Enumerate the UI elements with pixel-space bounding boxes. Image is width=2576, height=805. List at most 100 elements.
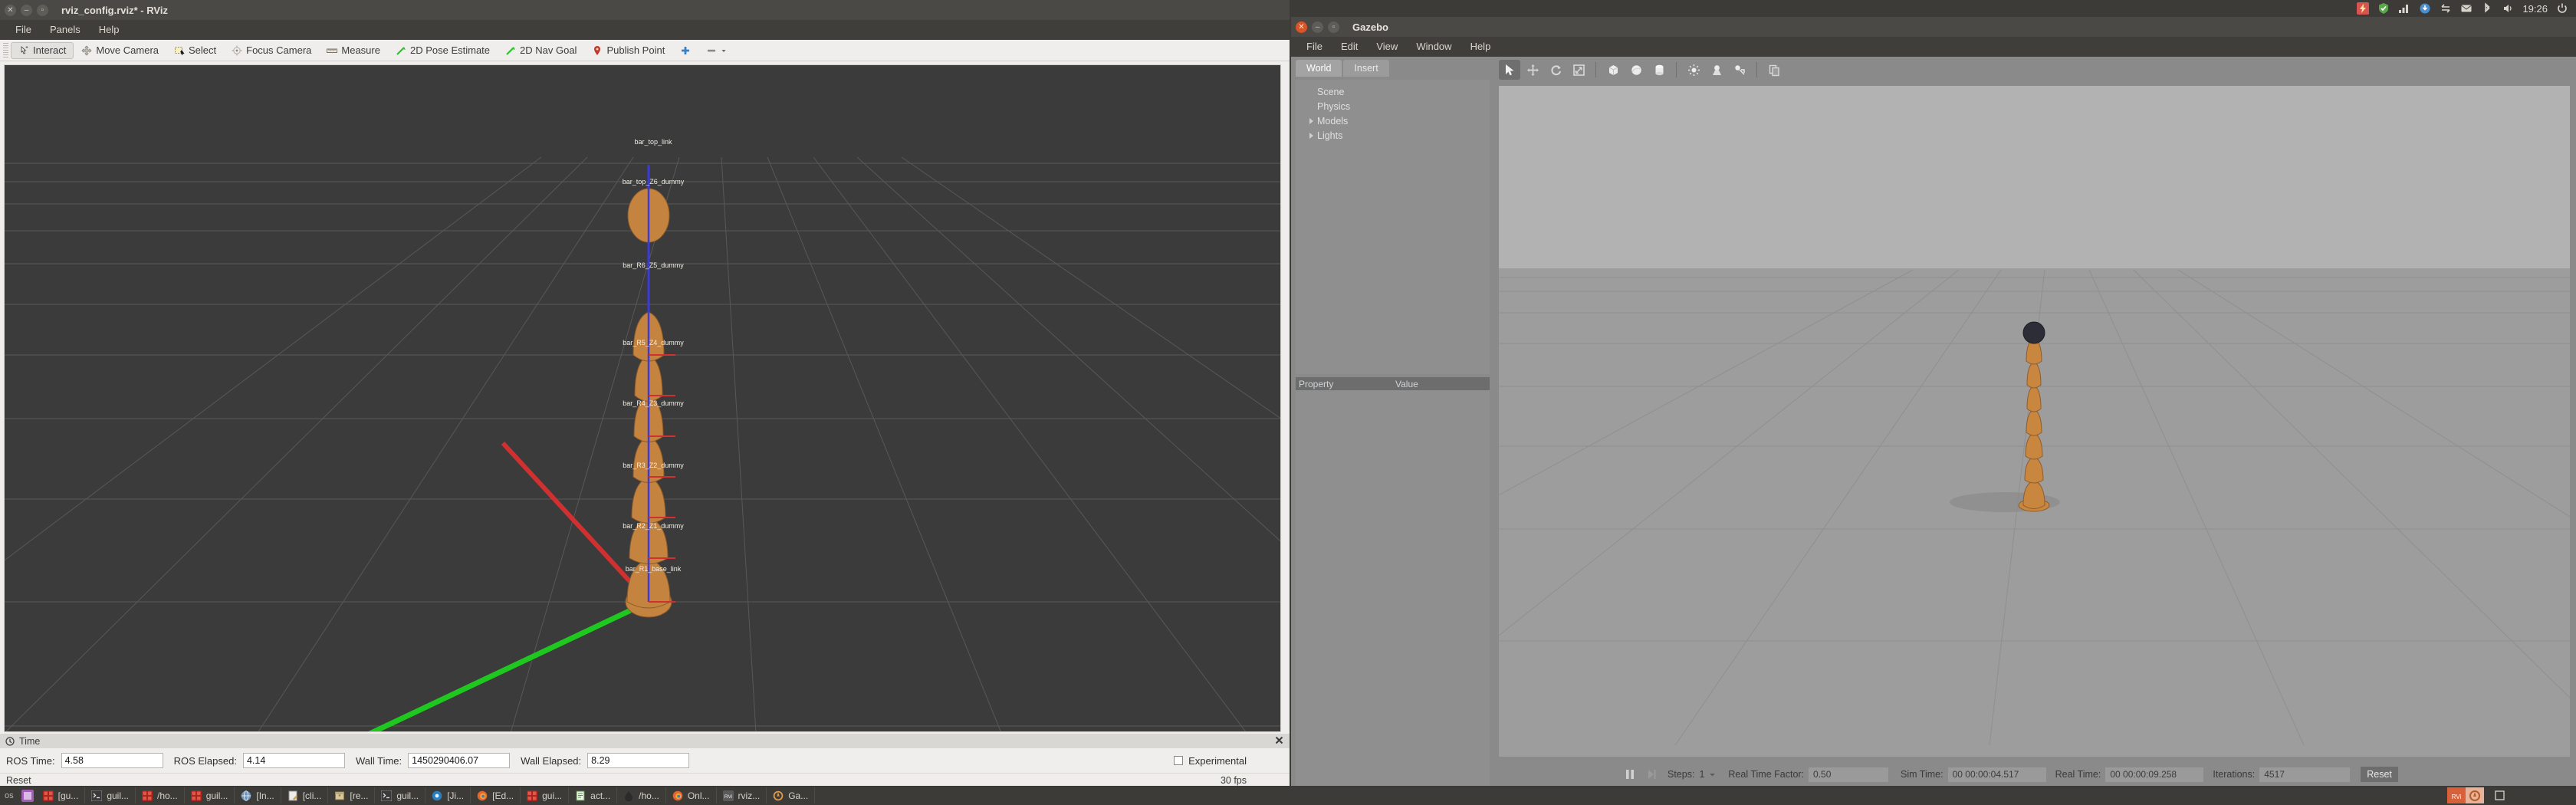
- rviz-titlebar[interactable]: ✕ – ▫ rviz_config.rviz* - RViz: [0, 0, 1290, 20]
- taskbar-item[interactable]: guil...: [375, 787, 426, 803]
- taskbar-item[interactable]: [cli...: [281, 787, 329, 803]
- step-icon[interactable]: [1646, 768, 1657, 780]
- tool-add[interactable]: [672, 42, 698, 59]
- switcher-rviz[interactable]: RVi: [2447, 787, 2466, 803]
- transfer-icon[interactable]: [2440, 2, 2452, 15]
- gz-menu-file[interactable]: File: [1297, 37, 1332, 57]
- show-desktop-button[interactable]: [2484, 790, 2515, 800]
- chevron-right-icon[interactable]: [1309, 117, 1313, 124]
- taskbar-item[interactable]: [Ed...: [471, 787, 521, 803]
- gazebo-titlebar[interactable]: ✕ – ▫ Gazebo: [1291, 17, 2576, 37]
- tool-remove[interactable]: [698, 42, 734, 59]
- tool-2d-pose-estimate[interactable]: 2D Pose Estimate: [388, 42, 498, 59]
- reset-button[interactable]: Reset: [6, 775, 31, 786]
- taskbar-item[interactable]: gui...: [521, 787, 570, 803]
- taskbar-item[interactable]: [In...: [235, 787, 281, 803]
- taskbar-item[interactable]: /ho...: [617, 787, 666, 803]
- time-panel-fields: ROS Time: 4.58 ROS Elapsed: 4.14 Wall Ti…: [0, 748, 1290, 773]
- tree-item-models[interactable]: Models: [1309, 113, 1490, 128]
- power-icon[interactable]: [2556, 2, 2568, 15]
- flash-icon[interactable]: [2357, 2, 2370, 15]
- svg-text:RVi: RVi: [724, 794, 731, 800]
- gazebo-3d-scene[interactable]: [1499, 86, 2570, 757]
- tab-insert[interactable]: Insert: [1343, 60, 1389, 77]
- close-icon[interactable]: ✕: [1296, 21, 1307, 33]
- gz-menu-window[interactable]: Window: [1407, 37, 1460, 57]
- taskbar-item[interactable]: [Ji...: [426, 787, 472, 803]
- gz-menu-view[interactable]: View: [1367, 37, 1407, 57]
- taskbar-item[interactable]: [re...: [328, 787, 376, 803]
- taskbar-item-label: /ho...: [639, 790, 659, 801]
- taskbar-item[interactable]: Onl...: [666, 787, 717, 803]
- cylinder-icon[interactable]: [1648, 60, 1670, 80]
- maximize-icon[interactable]: ▫: [1328, 21, 1339, 33]
- tool-2d-nav-goal[interactable]: 2D Nav Goal: [498, 42, 584, 59]
- svg-text:bar_R4_Z3_dummy: bar_R4_Z3_dummy: [623, 399, 684, 407]
- gazebo-reset-button[interactable]: Reset: [2361, 767, 2398, 782]
- workspace-switcher[interactable]: [18, 787, 37, 803]
- spot-light-icon[interactable]: [1706, 60, 1727, 80]
- menu-panels[interactable]: Panels: [41, 20, 90, 40]
- chevron-down-icon[interactable]: [721, 45, 727, 56]
- experimental-checkbox[interactable]: [1174, 756, 1184, 765]
- translate-icon[interactable]: [1522, 60, 1543, 80]
- close-panel-icon[interactable]: [1275, 736, 1283, 747]
- tree-item-lights[interactable]: Lights: [1309, 128, 1490, 143]
- taskbar-item[interactable]: RVi rviz...: [717, 787, 767, 803]
- taskbar-item[interactable]: /ho...: [136, 787, 185, 803]
- tool-interact[interactable]: Interact: [11, 41, 74, 59]
- jira-icon: [432, 790, 442, 801]
- pause-icon[interactable]: [1625, 768, 1635, 780]
- scale-icon[interactable]: [1568, 60, 1589, 80]
- ros-time-input[interactable]: 4.58: [61, 753, 163, 768]
- tree-item-physics[interactable]: Physics: [1309, 99, 1490, 113]
- tree-item-scene[interactable]: Scene: [1309, 84, 1490, 99]
- clock-label[interactable]: 19:26: [2522, 3, 2548, 15]
- tool-focus-camera[interactable]: Focus Camera: [224, 42, 319, 59]
- toolbar-drag-handle[interactable]: [3, 42, 8, 58]
- gazebo-property-body[interactable]: [1296, 390, 1490, 803]
- minimize-icon[interactable]: –: [1312, 21, 1323, 33]
- wall-time-input[interactable]: 1450290406.07: [408, 753, 511, 768]
- arrow-select-icon[interactable]: [1499, 60, 1520, 80]
- volume-icon[interactable]: [2502, 2, 2514, 15]
- shield-icon[interactable]: [2377, 2, 2390, 15]
- ros-elapsed-input[interactable]: 4.14: [242, 753, 345, 768]
- tool-measure[interactable]: Measure: [319, 42, 388, 59]
- tool-publish-point[interactable]: Publish Point: [584, 42, 672, 59]
- minimize-icon[interactable]: –: [21, 4, 32, 16]
- taskbar-item[interactable]: guil...: [185, 787, 235, 803]
- taskbar-item-label: [Ji...: [447, 790, 465, 801]
- close-icon[interactable]: ✕: [5, 4, 16, 16]
- menu-file[interactable]: File: [6, 20, 41, 40]
- box-icon[interactable]: [1602, 60, 1624, 80]
- taskbar-item[interactable]: guil...: [85, 787, 136, 803]
- directional-light-icon[interactable]: [1729, 60, 1750, 80]
- point-light-icon[interactable]: [1683, 60, 1704, 80]
- chevron-right-icon[interactable]: [1309, 132, 1313, 139]
- bluetooth-icon[interactable]: [2481, 2, 2493, 15]
- updates-icon[interactable]: [2419, 2, 2431, 15]
- sphere-icon[interactable]: [1625, 60, 1647, 80]
- taskbar-item[interactable]: [gu...: [37, 787, 86, 803]
- maximize-icon[interactable]: ▫: [37, 4, 48, 16]
- chevron-down-icon[interactable]: [1709, 771, 1716, 778]
- mail-icon[interactable]: [2460, 2, 2472, 15]
- gazebo-window-title: Gazebo: [1352, 21, 1388, 33]
- tab-world[interactable]: World: [1296, 60, 1342, 77]
- switcher-gazebo[interactable]: [2466, 787, 2484, 803]
- rotate-icon[interactable]: [1545, 60, 1566, 80]
- tool-move-camera[interactable]: Move Camera: [74, 42, 166, 59]
- menu-help[interactable]: Help: [90, 20, 129, 40]
- wall-elapsed-input[interactable]: 8.29: [587, 753, 690, 768]
- rviz-3d-viewport[interactable]: bar_top_link bar_top_Z6_dummy bar_R6_Z5_…: [4, 64, 1281, 732]
- gz-menu-help[interactable]: Help: [1461, 37, 1500, 57]
- tool-select-label: Select: [189, 44, 217, 56]
- tool-select[interactable]: Select: [166, 42, 224, 59]
- copy-icon[interactable]: [1763, 60, 1785, 80]
- steps-value[interactable]: 1: [1699, 769, 1704, 780]
- taskbar-item[interactable]: Ga...: [767, 787, 816, 803]
- taskbar-item[interactable]: act...: [569, 787, 618, 803]
- gz-menu-edit[interactable]: Edit: [1332, 37, 1367, 57]
- network-icon[interactable]: [2398, 2, 2410, 15]
